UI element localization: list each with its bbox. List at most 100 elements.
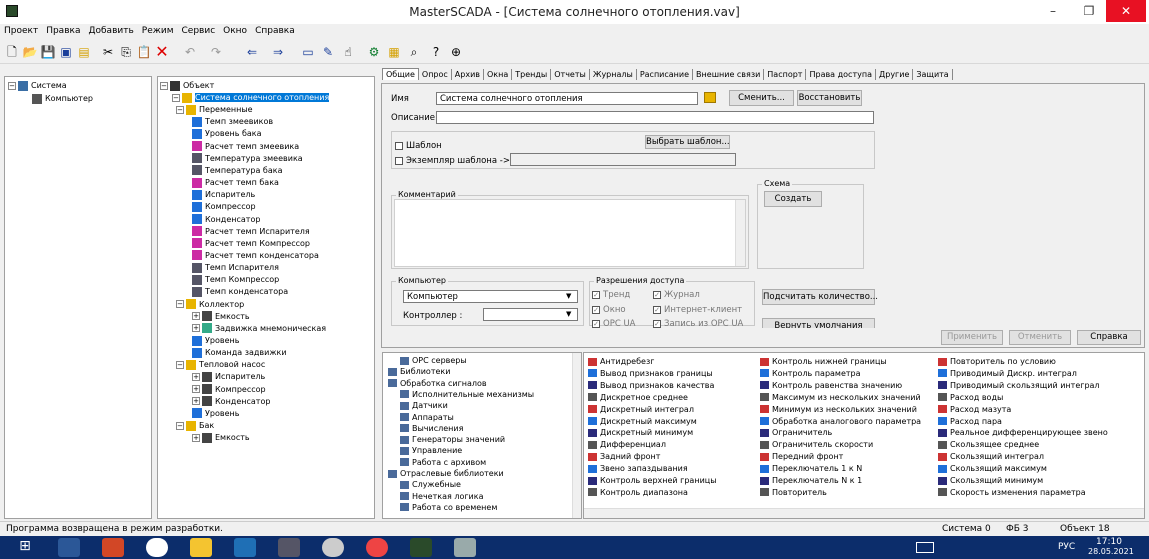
function-block-item[interactable]: Дискретный максимум (588, 417, 697, 427)
access-opc-ua[interactable]: ✓ ОРС UA (592, 319, 636, 328)
tree-item[interactable]: − Коллектор (176, 299, 244, 311)
keyboard-icon[interactable] (916, 542, 934, 553)
tab-1[interactable]: Опрос (419, 69, 452, 80)
function-block-item[interactable]: Скользящий максимум (938, 464, 1047, 474)
expand-icon[interactable]: − (172, 93, 180, 102)
tab-0[interactable]: Общие (382, 68, 419, 80)
tab-6[interactable]: Журналы (590, 69, 637, 80)
tree-item[interactable]: Испаритель (192, 189, 255, 201)
access-internet-client[interactable]: ✓ Интернет-клиент (653, 305, 742, 315)
undo-icon[interactable]: ↶ (182, 44, 198, 60)
function-block-item[interactable]: Контроль параметра (760, 369, 861, 379)
tab-5[interactable]: Отчеты (551, 69, 590, 80)
function-block-item[interactable]: Скользящий интеграл (938, 452, 1044, 462)
tree-item[interactable]: Конденсатор (192, 214, 260, 226)
back-arrow-icon[interactable]: ⇐ (244, 44, 260, 60)
app-icon-round[interactable] (322, 538, 344, 557)
library-category[interactable]: Исполнительные механизмы (400, 390, 534, 400)
tree-item[interactable]: Темп Компрессор (192, 274, 279, 286)
tab-11[interactable]: Другие (876, 69, 914, 80)
tree-item[interactable]: Расчет темп Компрессор (192, 238, 310, 250)
menu-project[interactable]: Проект (0, 24, 42, 38)
function-block-item[interactable]: Скорость изменения параметра (938, 488, 1086, 498)
word-icon[interactable] (58, 538, 80, 557)
function-block-item[interactable]: Дискретный интеграл (588, 405, 694, 415)
library-tree-scrollbar[interactable] (572, 353, 581, 518)
function-block-item[interactable]: Контроль верхней границы (588, 476, 717, 486)
help-button[interactable]: Справка (1077, 330, 1141, 345)
tree-item[interactable]: − Система солнечного отопления (172, 92, 330, 104)
library-items-hscrollbar[interactable] (584, 508, 1144, 518)
powerpoint-icon[interactable] (102, 538, 124, 557)
library-category[interactable]: Служебные (400, 480, 461, 490)
function-block-item[interactable]: Скользящий минимум (938, 476, 1043, 486)
function-block-item[interactable]: Скользящее среднее (938, 440, 1039, 450)
function-block-item[interactable]: Контроль равенства значению (760, 381, 902, 391)
tree-item[interactable]: Уровень (192, 408, 239, 420)
access-window[interactable]: ✓ Окно (592, 305, 626, 315)
open-icon[interactable]: ▤ (76, 44, 92, 60)
tab-3[interactable]: Окна (484, 69, 513, 80)
controller-select[interactable] (483, 308, 578, 321)
function-block-item[interactable]: Повторитель по условию (938, 357, 1056, 367)
function-block-item[interactable]: Передний фронт (760, 452, 843, 462)
tree-item[interactable]: Уровень (192, 335, 239, 347)
library-category[interactable]: Вычисления (400, 424, 463, 434)
library-category[interactable]: Управление (400, 446, 462, 456)
tab-2[interactable]: Архив (452, 69, 484, 80)
tree-item[interactable]: Темп Испарителя (192, 262, 279, 274)
controller-dropdown-arrow[interactable]: ▼ (566, 310, 571, 318)
expand-icon[interactable]: − (176, 421, 184, 430)
library-category[interactable]: Библиотеки (388, 367, 450, 377)
save-icon[interactable]: 💾 (40, 44, 56, 60)
tree-item[interactable]: Расчет темп змеевика (192, 141, 299, 153)
library-category[interactable]: Отраслевые библиотеки (388, 469, 504, 479)
clock-date[interactable]: 28.05.2021 (1088, 547, 1134, 556)
tree-computer[interactable]: Компьютер (32, 93, 93, 105)
tree-item[interactable]: + Компрессор (192, 384, 266, 396)
tree-item[interactable]: Расчет темп Испарителя (192, 226, 310, 238)
function-block-item[interactable]: Приводимый скользящий интеграл (938, 381, 1100, 391)
function-block-item[interactable]: Максимум из нескольких значений (760, 393, 921, 403)
select-template-button[interactable]: Выбрать шаблон... (645, 135, 730, 149)
function-block-item[interactable]: Расход воды (938, 393, 1003, 403)
tree-item[interactable]: Компрессор (192, 201, 256, 213)
create-scheme-button[interactable]: Создать (764, 191, 822, 207)
clock-time[interactable]: 17:10 (1096, 537, 1122, 547)
menu-mode[interactable]: Режим (138, 24, 178, 38)
cut-icon[interactable]: ✂ (100, 44, 116, 60)
function-block-item[interactable]: Вывод признаков качества (588, 381, 714, 391)
tree-item[interactable]: Температура бака (192, 165, 282, 177)
expand-icon[interactable]: − (176, 300, 184, 309)
tab-7[interactable]: Расписание (637, 69, 694, 80)
function-block-item[interactable]: Переключатель 1 к N (760, 464, 862, 474)
apply-button[interactable]: Применить (941, 330, 1003, 345)
tab-12[interactable]: Защита (913, 69, 953, 80)
minimize-button[interactable]: – (1036, 0, 1070, 22)
library-category[interactable]: Датчики (400, 401, 448, 411)
library-category[interactable]: Аппараты (400, 413, 454, 423)
tree-item[interactable]: Команда задвижки (192, 347, 287, 359)
function-block-item[interactable]: Переключатель N к 1 (760, 476, 862, 486)
expand-icon[interactable]: + (192, 385, 200, 394)
description-field[interactable] (436, 111, 874, 124)
help-cursor-icon[interactable]: ? (428, 44, 444, 60)
app-icon-blue[interactable] (234, 538, 256, 557)
function-block-item[interactable]: Расход мазута (938, 405, 1011, 415)
function-block-item[interactable]: Задний фронт (588, 452, 660, 462)
tree-icon[interactable]: ▦ (386, 44, 402, 60)
expand-icon[interactable]: + (192, 324, 200, 333)
function-block-item[interactable]: Минимум из нескольких значений (760, 405, 917, 415)
function-block-item[interactable]: Звено запаздывания (588, 464, 688, 474)
menu-service[interactable]: Сервис (178, 24, 220, 38)
window-icon[interactable]: ▭ (300, 44, 316, 60)
expand-icon[interactable]: − (176, 360, 184, 369)
library-category[interactable]: Работа со временем (400, 503, 497, 513)
expand-icon[interactable]: − (176, 105, 184, 114)
function-block-item[interactable]: Повторитель (760, 488, 827, 498)
library-category[interactable]: Обработка сигналов (388, 379, 487, 389)
binoculars-icon[interactable]: ⌕ (406, 44, 422, 60)
pencil-icon[interactable]: ✎ (320, 44, 336, 60)
tree-item[interactable]: + Задвижка мнемоническая (192, 323, 326, 335)
yandex-icon[interactable] (146, 538, 168, 557)
